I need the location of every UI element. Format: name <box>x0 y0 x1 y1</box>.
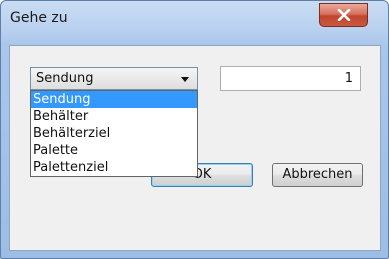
target-type-combo[interactable]: Sendung <box>30 67 198 90</box>
dropdown-option-behaelter[interactable]: Behälter <box>31 108 197 125</box>
combo-selected-value: Sendung <box>36 71 94 86</box>
number-input[interactable]: 1 <box>220 66 361 91</box>
dropdown-option-palette[interactable]: Palette <box>31 142 197 159</box>
close-button[interactable] <box>319 3 368 27</box>
window-title: Gehe zu <box>10 10 68 26</box>
dropdown-option-behaelterziel[interactable]: Behälterziel <box>31 125 197 142</box>
dropdown-option-palettenziel[interactable]: Palettenziel <box>31 159 197 176</box>
close-x-icon <box>337 9 350 21</box>
dialog-window: Gehe zu Sendung 1 OK Abbrechen Sendung B… <box>0 0 389 259</box>
chevron-down-icon[interactable] <box>181 77 189 82</box>
dropdown-option-sendung[interactable]: Sendung <box>31 91 197 108</box>
cancel-button[interactable]: Abbrechen <box>272 163 363 187</box>
combo-dropdown-list: Sendung Behälter Behälterziel Palette Pa… <box>30 90 198 177</box>
